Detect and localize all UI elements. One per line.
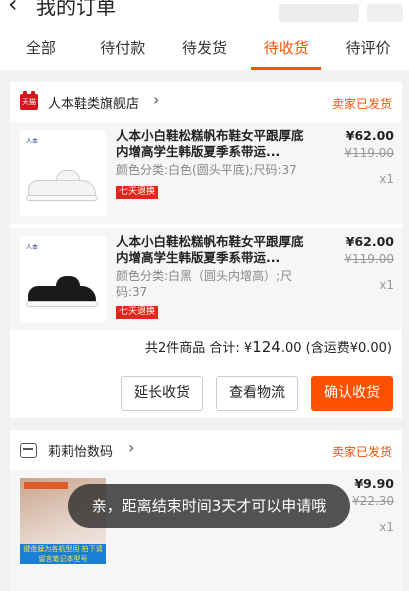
tab-pending-receipt[interactable]: 待收货 (245, 28, 327, 70)
product-quantity: x1 (379, 278, 394, 292)
product-image[interactable]: 人本 (20, 130, 106, 216)
product-quantity: x1 (379, 520, 394, 534)
return-policy-tag: 七天退换 (116, 306, 159, 319)
shop-name[interactable]: 人本鞋类旗舰店 (48, 93, 139, 112)
blurred-header-area-right (367, 4, 403, 22)
product-spec: 颜色分类:白黑（圆头内增高）;尺码:37 (116, 269, 293, 299)
brand-logo: 人本 (26, 138, 39, 145)
chevron-right-icon[interactable]: › (128, 438, 134, 457)
page-title: 我的订单 (36, 0, 116, 19)
tab-pending-payment[interactable]: 待付款 (82, 28, 164, 70)
tab-all[interactable]: 全部 (0, 28, 82, 70)
image-badge (24, 482, 68, 489)
total-decimal: .00 (280, 341, 302, 356)
shop-name[interactable]: 莉莉怡数码 (48, 441, 113, 460)
shoe-sole (26, 301, 98, 307)
original-price: ¥119.00 (344, 252, 394, 266)
order-status: 卖家已发货 (331, 97, 392, 111)
chevron-right-icon[interactable]: › (153, 90, 159, 109)
shop-row[interactable]: 天猫 人本鞋类旗舰店 › 卖家已发货 (10, 82, 402, 122)
order-item[interactable]: 人本 人本小白鞋松糕帆布鞋女平跟厚底内增高学生韩版夏季系带运... 颜色分类:白… (10, 122, 402, 224)
order-card: 天猫 人本鞋类旗舰店 › 卖家已发货 人本 人本小白鞋松糕帆布鞋女平跟厚底内增高… (10, 82, 402, 418)
total-currency: ¥ (243, 341, 253, 356)
order-tabs: 全部 待付款 待发货 待收货 待评价 (0, 28, 409, 70)
total-label: 合计: (209, 341, 244, 356)
confirm-receipt-button[interactable]: 确认收货 (311, 376, 393, 411)
brand-logo: 人本 (26, 244, 39, 251)
extend-receipt-button[interactable]: 延长收货 (121, 376, 203, 411)
total-amount: 124 (252, 338, 281, 356)
product-spec: 颜色分类:白色(圆头平底);尺码:37 (116, 163, 297, 177)
tmall-icon: 天猫 (20, 91, 38, 110)
return-policy-tag: 七天退换 (116, 186, 159, 199)
tab-pending-shipment[interactable]: 待发货 (164, 28, 246, 70)
store-icon (20, 443, 37, 458)
view-logistics-button[interactable]: 查看物流 (216, 376, 298, 411)
shipping-fee: (含运费¥0.00) (301, 341, 392, 356)
product-price: ¥62.00 (345, 234, 394, 249)
original-price: ¥22.30 (352, 494, 394, 508)
shop-row[interactable]: 莉莉怡数码 › 卖家已发货 (10, 430, 402, 470)
product-image-banner: 键盘膜为各机型用 拍下请留言笔记本型号 (20, 544, 106, 564)
blurred-header-area (279, 4, 359, 22)
original-price: ¥119.00 (344, 146, 394, 160)
tab-pending-review[interactable]: 待评价 (327, 28, 409, 70)
product-price: ¥62.00 (345, 128, 394, 143)
shoe-sole (26, 195, 98, 201)
order-summary: 共2件商品 合计: ¥124.00 (含运费¥0.00) (10, 334, 402, 360)
order-item[interactable]: 人本 人本小白鞋松糕帆布鞋女平跟厚底内增高学生韩版夏季系带运... 颜色分类:白… (10, 228, 402, 330)
product-title[interactable]: 人本小白鞋松糕帆布鞋女平跟厚底内增高学生韩版夏季系带运... (116, 128, 308, 160)
toast-message: 亲，距离结束时间3天才可以申请哦 (68, 484, 350, 528)
item-count: 共2件商品 (144, 341, 206, 356)
product-quantity: x1 (379, 172, 394, 186)
order-status: 卖家已发货 (331, 445, 392, 459)
product-title[interactable]: 人本小白鞋松糕帆布鞋女平跟厚底内增高学生韩版夏季系带运... (116, 234, 308, 266)
back-arrow-icon[interactable]: ‹ (8, 0, 18, 18)
product-image[interactable]: 人本 (20, 236, 106, 322)
product-price: ¥9.90 (354, 476, 394, 491)
header: ‹ 我的订单 (0, 0, 409, 28)
